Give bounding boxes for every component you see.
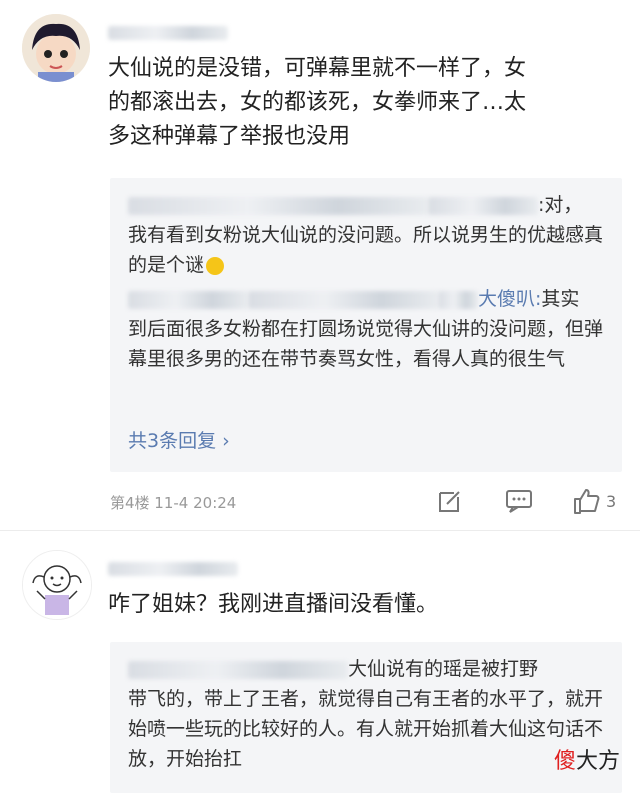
- avatar[interactable]: [22, 550, 92, 620]
- watermark: 傻大方: [554, 743, 620, 775]
- more-replies-link[interactable]: 共3条回复 ›: [128, 426, 230, 456]
- divider: [0, 530, 640, 531]
- reply-name-tail: :对，: [538, 194, 583, 216]
- reply-icon[interactable]: [505, 488, 533, 518]
- reply-item[interactable]: 大傻叭:其实 到后面很多女粉都在打圆场说觉得大仙讲的没问题，但弹幕里很多男的还在…: [128, 284, 606, 374]
- like-count: 3: [606, 492, 617, 511]
- reply-item[interactable]: :对， 我有看到女粉说大仙说的没问题。所以说男生的优越感真的是个谜: [128, 190, 606, 280]
- reply-text-start: 大仙说有的瑶是被打野: [348, 658, 539, 680]
- reply-box[interactable]: 大仙说有的瑶是被打野 带飞的，带上了王者，就觉得自己有王者的水平了，就开始喷一些…: [110, 642, 622, 793]
- username-blurred[interactable]: [108, 558, 238, 577]
- username-blurred[interactable]: [108, 22, 228, 41]
- reply-username-blurred[interactable]: [128, 196, 428, 215]
- watermark-red: 傻: [553, 749, 576, 774]
- comment-text: 大仙说的是没错，可弹幕里就不一样了，女 的都滚出去，女的都该死，女拳师来了…太 …: [108, 56, 527, 149]
- reply-item[interactable]: 大仙说有的瑶是被打野 带飞的，带上了王者，就觉得自己有王者的水平了，就开始喷一些…: [128, 654, 606, 774]
- reply-text: 带飞的，带上了王者，就觉得自己有王者的水平了，就开始喷一些玩的比较好的人。有人就…: [128, 688, 604, 770]
- reply-name-tail: 大傻叭:: [478, 288, 542, 310]
- comment-text: 咋了姐妹？我刚进直播间没看懂。: [108, 592, 439, 617]
- reply-text: 到后面很多女粉都在打圆场说觉得大仙讲的没问题，但弹幕里很多男的还在带节奏骂女性，…: [128, 318, 604, 370]
- reply-text: 我有看到女粉说大仙说的没问题。所以说男生的优越感真的是个谜: [128, 224, 604, 276]
- reply-username-blurred[interactable]: [128, 660, 348, 679]
- reply-text-start: 其实: [541, 288, 580, 310]
- reply-username-blurred[interactable]: [128, 290, 248, 309]
- emoji-icon: [206, 256, 225, 275]
- comment-meta: 第4楼 11-4 20:24: [110, 494, 237, 512]
- like-icon[interactable]: [572, 487, 600, 519]
- avatar[interactable]: [22, 14, 90, 82]
- watermark-text: 大方: [575, 749, 620, 774]
- reply-box[interactable]: :对， 我有看到女粉说大仙说的没问题。所以说男生的优越感真的是个谜 大傻叭:其实…: [110, 178, 622, 472]
- comment-icon[interactable]: [437, 488, 463, 518]
